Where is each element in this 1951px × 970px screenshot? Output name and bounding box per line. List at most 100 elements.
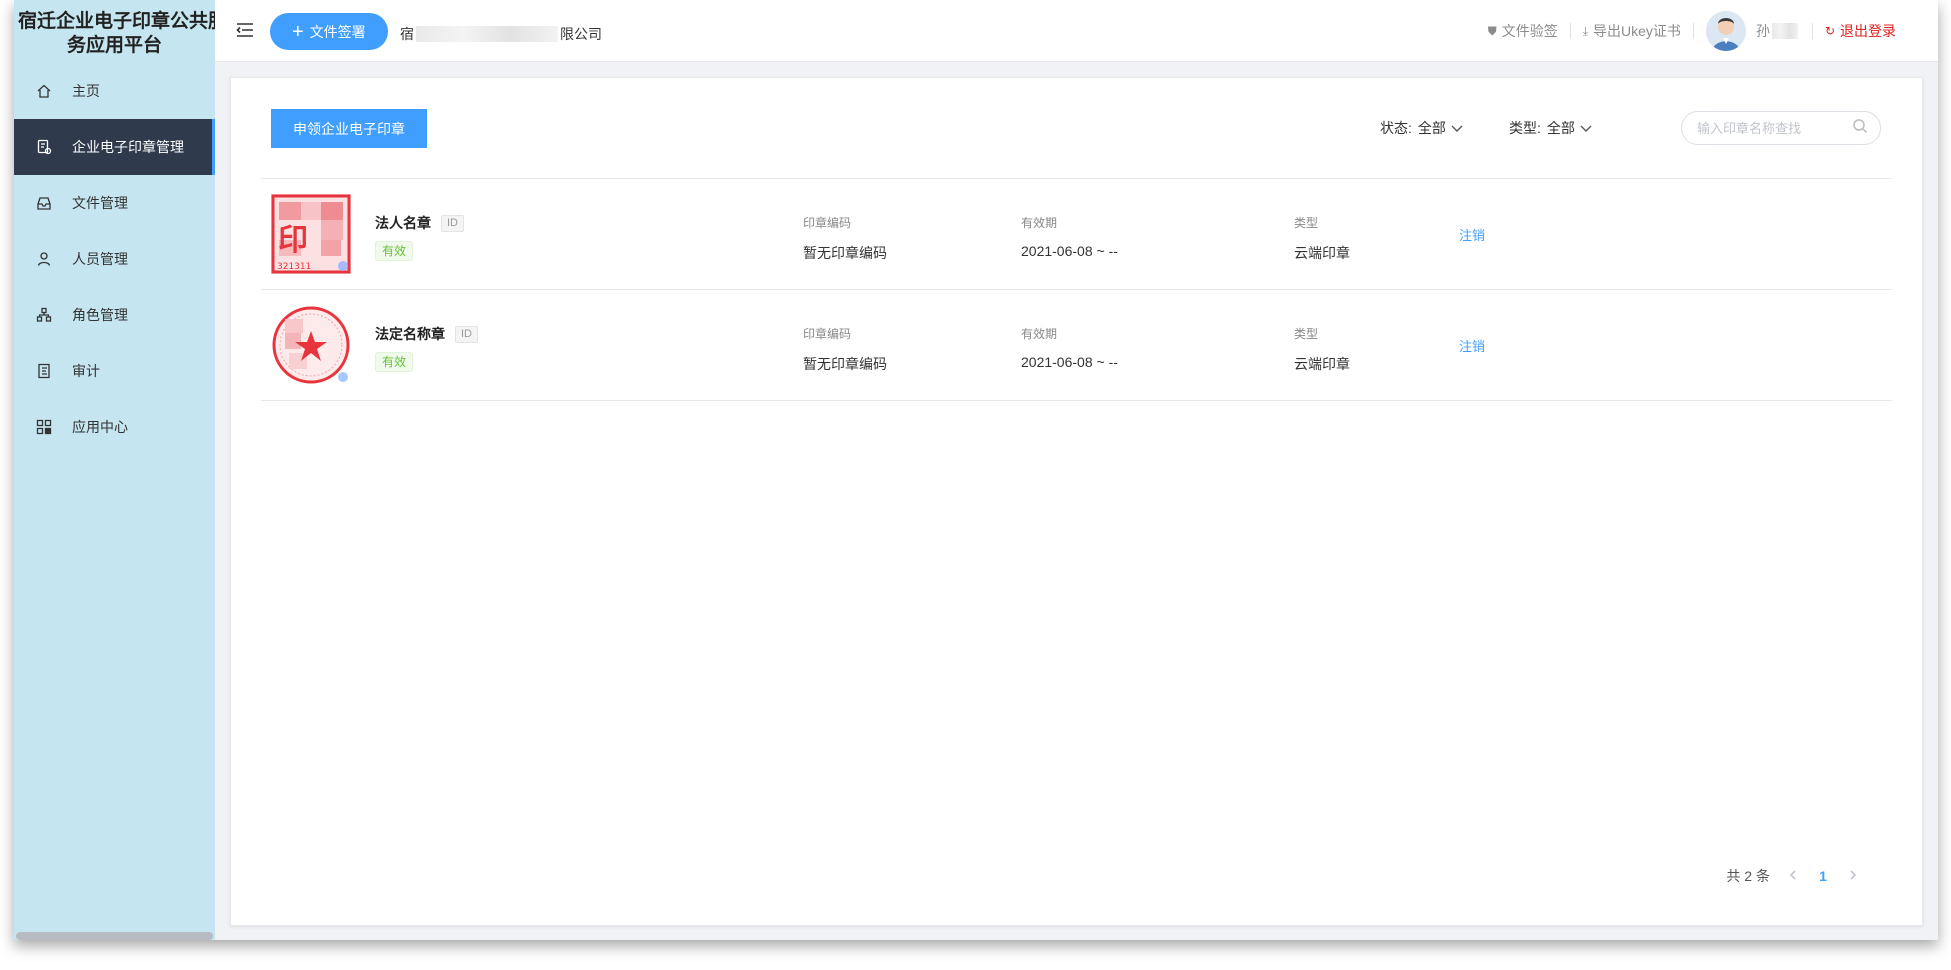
chevron-down-icon (1579, 121, 1593, 135)
sidebar-item-label: 人员管理 (72, 251, 128, 267)
type-filter-value: 全部 (1546, 120, 1575, 136)
home-icon (34, 81, 54, 101)
seal-glyph: 印 (278, 223, 308, 258)
id-tag[interactable]: ID (441, 214, 464, 232)
sidebar-item-label: 主页 (72, 83, 100, 99)
user-name: 孙 (1755, 23, 1770, 39)
seal-type-value: 云端印章 (1294, 245, 1350, 261)
seal-type-value: 云端印章 (1294, 356, 1350, 372)
export-ukey-label: 导出Ukey证书 (1593, 23, 1681, 39)
type-filter[interactable]: 类型: 全部 (1509, 118, 1593, 138)
redacted-mask (1771, 23, 1798, 39)
sidebar-item-label: 企业电子印章管理 (72, 139, 184, 155)
sidebar-item-audit[interactable]: 审计 (14, 343, 215, 399)
export-ukey-link[interactable]: ⤓ 导出Ukey证书 (1571, 21, 1693, 41)
next-page-button[interactable] (1838, 868, 1868, 884)
platform-title-line2: 务应用平台 (66, 35, 162, 56)
status-badge: 有效 (375, 241, 414, 261)
plus-icon: + (292, 20, 304, 43)
company-name: 宿 限公司 (400, 24, 602, 44)
sidebar-nav: 主页 企业电子印章管理 文件管理 人员管理 角色管理 审计 应用中心 (14, 63, 215, 455)
verify-file-label: 文件验签 (1501, 23, 1558, 39)
refresh-icon: ↻ (1824, 24, 1835, 38)
avatar (1705, 11, 1746, 51)
apply-seal-button[interactable]: 申领企业电子印章 (271, 109, 427, 148)
seal-code-value: 暂无印章编码 (803, 356, 887, 372)
sign-file-button[interactable]: + 文件签署 (270, 13, 388, 50)
menu-toggle-icon[interactable] (235, 20, 255, 40)
prev-page-button[interactable] (1778, 868, 1808, 884)
seal-image-legal-person: 印 321311 (271, 194, 351, 274)
validity-cell: 有效期 2021-06-08 ~ -- (1021, 325, 1118, 370)
seal-search-box (1681, 111, 1881, 145)
search-icon[interactable] (1852, 118, 1868, 139)
seal-name-text: 法定名称章 (375, 326, 445, 342)
seal-code-label: 印章编码 (803, 327, 852, 341)
status-filter-value: 全部 (1417, 120, 1446, 136)
sign-file-button-label: 文件签署 (309, 23, 366, 40)
user-icon (34, 249, 54, 269)
chevron-left-icon (1789, 870, 1796, 880)
platform-title: 宿迁企业电子印章公共服 务应用平台 (14, 0, 215, 58)
sidebar-item-app-center[interactable]: 应用中心 (14, 399, 215, 455)
id-tag[interactable]: ID (455, 325, 478, 343)
redacted-mask (416, 26, 558, 42)
top-header: + 文件签署 宿 限公司 ⛊ 文件验签 ⤓ 导出Ukey证书 孙 ↻ 退出登录 (215, 0, 1938, 62)
seal-name: 法定名称章 ID (375, 324, 478, 344)
sidebar-item-label: 审计 (72, 363, 100, 379)
validity-label: 有效期 (1021, 327, 1058, 341)
validity-label: 有效期 (1021, 216, 1058, 230)
chevron-right-icon (1850, 870, 1857, 880)
sidebar-item-file-management[interactable]: 文件管理 (14, 175, 215, 231)
seal-type-cell: 类型 云端印章 (1294, 325, 1350, 374)
pagination: 共 2 条 1 (1726, 866, 1868, 886)
status-filter[interactable]: 状态: 全部 (1380, 118, 1464, 138)
shield-icon: ⛊ (1487, 23, 1497, 38)
logout-label: 退出登录 (1840, 23, 1896, 39)
seal-name: 法人名章 ID (375, 213, 464, 233)
seal-row: 法定名称章 ID 有效 印章编码 暂无印章编码 有效期 2021-06-08 ~… (261, 290, 1892, 400)
verify-file-link[interactable]: ⛊ 文件验签 (1476, 21, 1570, 41)
user-menu[interactable]: 孙 (1694, 11, 1812, 51)
seal-list-card: 申领企业电子印章 状态: 全部 类型: 全部 输入印章名称查找 印 321311… (230, 77, 1923, 926)
seal-type-cell: 类型 云端印章 (1294, 214, 1350, 263)
seal-type-label: 类型 (1294, 216, 1319, 230)
sidebar-scrollbar[interactable] (16, 932, 213, 940)
company-name-prefix: 宿 (400, 26, 414, 42)
seal-manage-icon (34, 137, 54, 157)
sidebar-item-home[interactable]: 主页 (14, 63, 215, 119)
sidebar-item-label: 应用中心 (72, 419, 128, 435)
page-number[interactable]: 1 (1808, 868, 1838, 884)
seal-search-input[interactable] (1697, 120, 1852, 136)
sidebar-item-seal-management[interactable]: 企业电子印章管理 (14, 119, 215, 175)
seal-code-label: 印章编码 (803, 216, 852, 230)
seal-image-legal-name (271, 305, 351, 385)
apps-icon (34, 417, 54, 437)
status-badge: 有效 (375, 352, 414, 372)
seal-number: 321311 (277, 262, 311, 272)
seal-code-cell: 印章编码 暂无印章编码 (803, 214, 887, 263)
validity-value: 2021-06-08 ~ -- (1021, 243, 1118, 259)
sidebar-item-roles[interactable]: 角色管理 (14, 287, 215, 343)
file-manage-icon (34, 193, 54, 213)
seal-row: 印 321311 法人名章 ID 有效 印章编码 暂无印章编码 有效期 2021… (261, 179, 1892, 289)
role-icon (34, 305, 54, 325)
revoke-seal-link[interactable]: 注销 (1459, 336, 1485, 355)
validity-cell: 有效期 2021-06-08 ~ -- (1021, 214, 1118, 259)
seal-code-cell: 印章编码 暂无印章编码 (803, 325, 887, 374)
status-filter-label: 状态: (1380, 120, 1412, 136)
platform-title-line1: 宿迁企业电子印章公共服 (18, 11, 215, 32)
list-divider (261, 400, 1892, 401)
seal-type-label: 类型 (1294, 327, 1319, 341)
audit-icon (34, 361, 54, 381)
pagination-total: 共 2 条 (1726, 868, 1770, 884)
company-name-suffix: 限公司 (560, 26, 602, 42)
header-actions: ⛊ 文件验签 ⤓ 导出Ukey证书 孙 ↻ 退出登录 (1476, 0, 1908, 62)
sidebar: 宿迁企业电子印章公共服 务应用平台 主页 企业电子印章管理 文件管理 人员管理 (14, 0, 215, 940)
validity-value: 2021-06-08 ~ -- (1021, 354, 1118, 370)
app-window: 宿迁企业电子印章公共服 务应用平台 主页 企业电子印章管理 文件管理 人员管理 (14, 0, 1938, 940)
type-filter-label: 类型: (1509, 120, 1541, 136)
logout-link[interactable]: ↻ 退出登录 (1813, 21, 1908, 41)
sidebar-item-personnel[interactable]: 人员管理 (14, 231, 215, 287)
revoke-seal-link[interactable]: 注销 (1459, 225, 1485, 244)
